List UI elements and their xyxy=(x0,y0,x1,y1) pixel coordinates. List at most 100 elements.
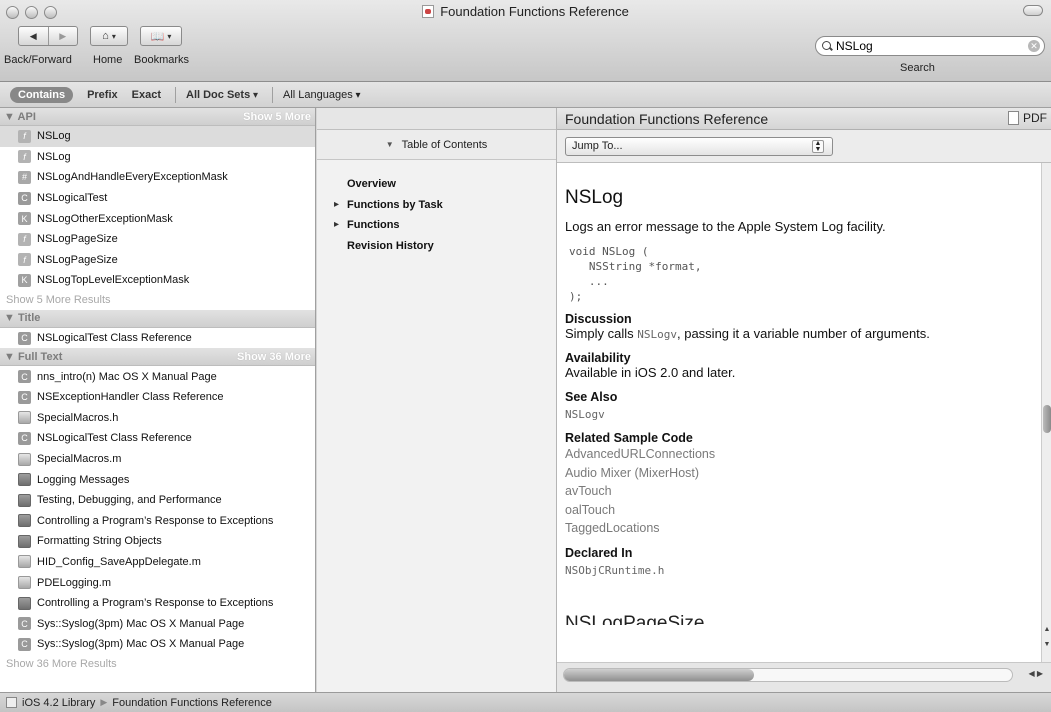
exact-scope-button[interactable]: Exact xyxy=(132,89,161,101)
see-also-link[interactable]: NSLogv xyxy=(565,408,1041,421)
toc-header[interactable]: ▼ Table of Contents xyxy=(317,130,556,160)
result-label: NSExceptionHandler Class Reference xyxy=(37,391,224,404)
full-text-section-header[interactable]: ▼ Full Text Show 36 More xyxy=(0,348,315,367)
path-page[interactable]: Foundation Functions Reference xyxy=(112,697,272,709)
document-content[interactable]: NSLog Logs an error message to the Apple… xyxy=(557,163,1041,662)
search-results-list[interactable]: ▼ API Show 5 More f NSLog f NSLog # NSLogAndH… xyxy=(0,108,316,692)
discussion-heading: Discussion xyxy=(565,312,632,326)
result-row[interactable]: Cnns_intro(n) Mac OS X Manual Page xyxy=(0,366,315,387)
bookmarks-label: Bookmarks xyxy=(134,54,190,66)
result-type-icon: C xyxy=(18,191,31,205)
show-more-full-text-link[interactable]: Show 36 More xyxy=(237,351,311,363)
back-forward-control[interactable]: ◀ ▶ xyxy=(18,26,78,46)
toolbar-toggle-button[interactable] xyxy=(1023,5,1043,16)
toc-item[interactable]: Functions by Task xyxy=(334,199,556,220)
result-label: SpecialMacros.m xyxy=(37,453,122,466)
result-row[interactable]: C NSLogicalTest xyxy=(0,188,315,209)
show-more-api-link[interactable]: Show 5 More xyxy=(243,111,311,123)
prefix-scope-button[interactable]: Prefix xyxy=(87,89,118,101)
result-type-icon xyxy=(18,452,31,466)
result-row[interactable]: C Sys::Syslog(3pm) Mac OS X Manual Page xyxy=(0,613,315,634)
result-type-icon: C xyxy=(18,331,31,345)
result-row[interactable]: C NSLogicalTest Class Reference xyxy=(0,328,315,349)
result-row[interactable]: K NSLogOtherExceptionMask xyxy=(0,208,315,229)
library-icon xyxy=(6,697,17,708)
clear-icon[interactable]: ✕ xyxy=(1028,40,1040,52)
result-type-icon xyxy=(18,596,31,610)
result-row[interactable]: Logging Messages xyxy=(0,469,315,490)
show-more-results-link[interactable]: Show 5 More Results xyxy=(0,291,315,310)
back-icon[interactable]: ◀ xyxy=(19,31,48,42)
result-row[interactable]: C Sys::Syslog(3pm) Mac OS X Manual Page xyxy=(0,634,315,655)
result-row[interactable]: f NSLogPageSize xyxy=(0,250,315,271)
result-label: HID_Config_SaveAppDelegate.m xyxy=(37,555,201,568)
title-section-header[interactable]: ▼ Title xyxy=(0,309,315,328)
result-label: Controlling a Program’s Response to Exce… xyxy=(37,597,274,610)
toc-item[interactable]: Revision History xyxy=(347,240,556,261)
show-more-results-link[interactable]: Show 36 More Results xyxy=(0,655,315,674)
jump-to-popup[interactable]: Jump To... ▲ ▼ xyxy=(565,137,833,156)
result-row[interactable]: PDELogging.m xyxy=(0,572,315,593)
bookmarks-button[interactable]: 📖 ▾ xyxy=(140,26,182,46)
result-label: NSLogAndHandleEveryExceptionMask xyxy=(37,171,228,184)
path-bar: iOS 4.2 Library ▶ Foundation Functions R… xyxy=(0,692,1051,712)
sample-code-link[interactable]: AdvancedURLConnections xyxy=(565,445,1041,464)
result-row[interactable]: # NSLogAndHandleEveryExceptionMask xyxy=(0,167,315,188)
declared-in-file: NSObjCRuntime.h xyxy=(565,563,665,577)
result-row[interactable]: Controlling a Program’s Response to Exce… xyxy=(0,593,315,614)
result-row[interactable]: HID_Config_SaveAppDelegate.m xyxy=(0,552,315,573)
contains-scope-button[interactable]: Contains xyxy=(10,86,74,103)
result-label: NSLogPageSize xyxy=(37,233,118,246)
result-row[interactable]: Controlling a Program’s Response to Exce… xyxy=(0,511,315,532)
result-label: NSLog xyxy=(37,150,71,163)
result-row[interactable]: C NSExceptionHandler Class Reference xyxy=(0,387,315,408)
pdf-button[interactable]: PDF xyxy=(1008,111,1047,125)
result-label: NSLogicalTest Class Reference xyxy=(37,432,192,445)
toc-item[interactable]: Overview xyxy=(347,178,556,199)
jump-bar: Jump To... ▲ ▼ xyxy=(557,130,1051,163)
result-row[interactable]: SpecialMacros.m xyxy=(0,449,315,470)
home-icon: ⌂ xyxy=(102,30,109,42)
result-row[interactable]: SpecialMacros.h xyxy=(0,408,315,429)
search-scope-bar: Contains Prefix Exact All Doc Sets All L… xyxy=(0,82,1051,108)
sample-code-link[interactable]: avTouch xyxy=(565,482,1041,501)
result-label: NSLogPageSize xyxy=(37,253,118,266)
horizontal-scrollbar[interactable]: ◀ ▶ xyxy=(557,662,1051,692)
search-input[interactable] xyxy=(836,39,1016,53)
languages-popup[interactable]: All Languages xyxy=(283,89,361,101)
bookmarks-icon: 📖 xyxy=(150,30,165,43)
scroll-down-icon[interactable]: ▼ xyxy=(1043,641,1051,648)
result-type-icon xyxy=(18,555,31,569)
sample-code-link[interactable]: TaggedLocations xyxy=(565,519,1041,538)
result-type-icon: f xyxy=(18,232,31,246)
document-title: Foundation Functions Reference xyxy=(565,110,769,127)
vertical-scrollbar[interactable]: ▲ ▼ xyxy=(1041,163,1051,662)
result-row[interactable]: f NSLogPageSize xyxy=(0,229,315,250)
path-library[interactable]: iOS 4.2 Library xyxy=(22,697,95,709)
sample-code-link[interactable]: Audio Mixer (MixerHost) xyxy=(565,464,1041,483)
result-row[interactable]: Formatting String Objects xyxy=(0,531,315,552)
api-section-header[interactable]: ▼ API Show 5 More xyxy=(0,108,315,126)
result-row[interactable]: f NSLog xyxy=(0,147,315,168)
popup-arrows-icon: ▲ ▼ xyxy=(812,140,824,153)
result-row[interactable]: Testing, Debugging, and Performance xyxy=(0,490,315,511)
home-button[interactable]: ⌂ ▾ xyxy=(90,26,128,46)
scroll-up-icon[interactable]: ▲ xyxy=(1043,626,1051,633)
scroll-thumb[interactable] xyxy=(1043,405,1051,433)
doc-sets-popup[interactable]: All Doc Sets xyxy=(186,89,258,101)
sample-code-heading: Related Sample Code xyxy=(565,431,693,445)
toc-item[interactable]: Functions xyxy=(334,219,556,240)
result-type-icon xyxy=(18,493,31,507)
nslogv-code[interactable]: NSLogv xyxy=(637,328,677,341)
horizontal-scroll-thumb[interactable] xyxy=(564,669,754,681)
forward-icon[interactable]: ▶ xyxy=(49,31,78,42)
scroll-left-right-icon[interactable]: ◀ ▶ xyxy=(1028,669,1043,678)
result-row[interactable]: K NSLogTopLevelExceptionMask xyxy=(0,270,315,291)
result-label: NSLog xyxy=(37,130,71,143)
result-type-icon: C xyxy=(18,637,31,651)
result-row[interactable]: f NSLog xyxy=(0,126,315,147)
sample-code-link[interactable]: oalTouch xyxy=(565,501,1041,520)
search-field[interactable]: ✕ xyxy=(815,36,1045,56)
result-row[interactable]: C NSLogicalTest Class Reference xyxy=(0,428,315,449)
result-type-icon xyxy=(18,534,31,548)
